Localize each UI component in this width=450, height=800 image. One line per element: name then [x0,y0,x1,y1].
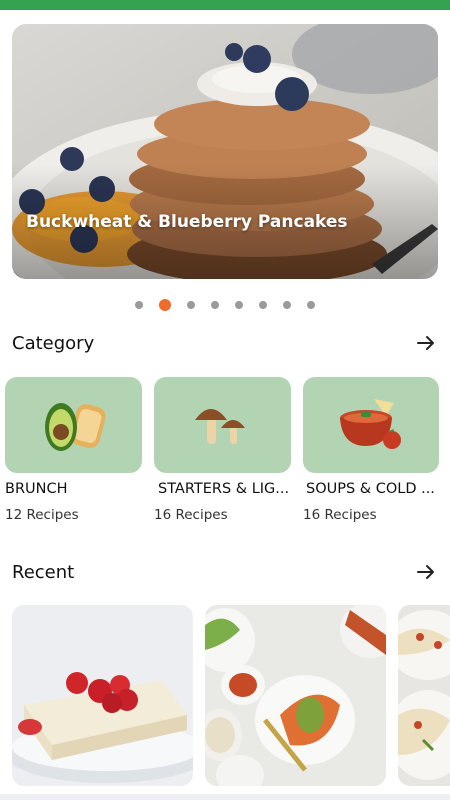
bottom-bar [0,794,450,800]
carousel-dot[interactable] [307,301,315,309]
avocado-toast-icon [44,403,106,451]
category-name: BRUNCH [5,481,68,497]
carousel-dot[interactable] [259,301,267,309]
carousel-dot[interactable] [187,301,195,309]
carousel-dot[interactable] [135,301,143,309]
category-header: Category [12,328,438,358]
category-name: STARTERS & LIG... [158,481,290,497]
carousel-dot[interactable] [211,301,219,309]
category-card-soups[interactable] [303,377,439,473]
status-bar [0,0,450,10]
pasta-photo [398,605,450,786]
featured-recipe-card[interactable]: Buckwheat & Blueberry Pancakes [12,24,438,279]
mushroom-icon [194,409,245,444]
carousel-dot[interactable] [283,301,291,309]
carousel-dot[interactable] [235,301,243,309]
category-card-brunch[interactable] [5,377,142,473]
carousel-dot-active[interactable] [159,299,171,311]
pancakes-photo [12,24,438,279]
category-name: SOUPS & COLD ... [306,481,435,497]
category-recipe-count: 16 Recipes [303,507,377,523]
arrow-right-icon[interactable] [414,331,438,355]
category-title: Category [12,332,95,354]
recent-recipe-card[interactable] [398,605,450,786]
category-card-starters[interactable] [154,377,291,473]
carousel-indicator [0,298,450,312]
recent-title: Recent [12,561,75,583]
featured-recipe-title: Buckwheat & Blueberry Pancakes [26,212,348,232]
sweet-potato-photo [205,605,386,786]
soup-bowl-icon [340,399,401,449]
category-recipe-count: 16 Recipes [154,507,228,523]
recent-recipe-card[interactable] [12,605,193,786]
recent-header: Recent [12,557,438,587]
arrow-right-icon[interactable] [414,560,438,584]
recent-recipe-card[interactable] [205,605,386,786]
category-recipe-count: 12 Recipes [5,507,79,523]
cheesecake-photo [12,605,193,786]
